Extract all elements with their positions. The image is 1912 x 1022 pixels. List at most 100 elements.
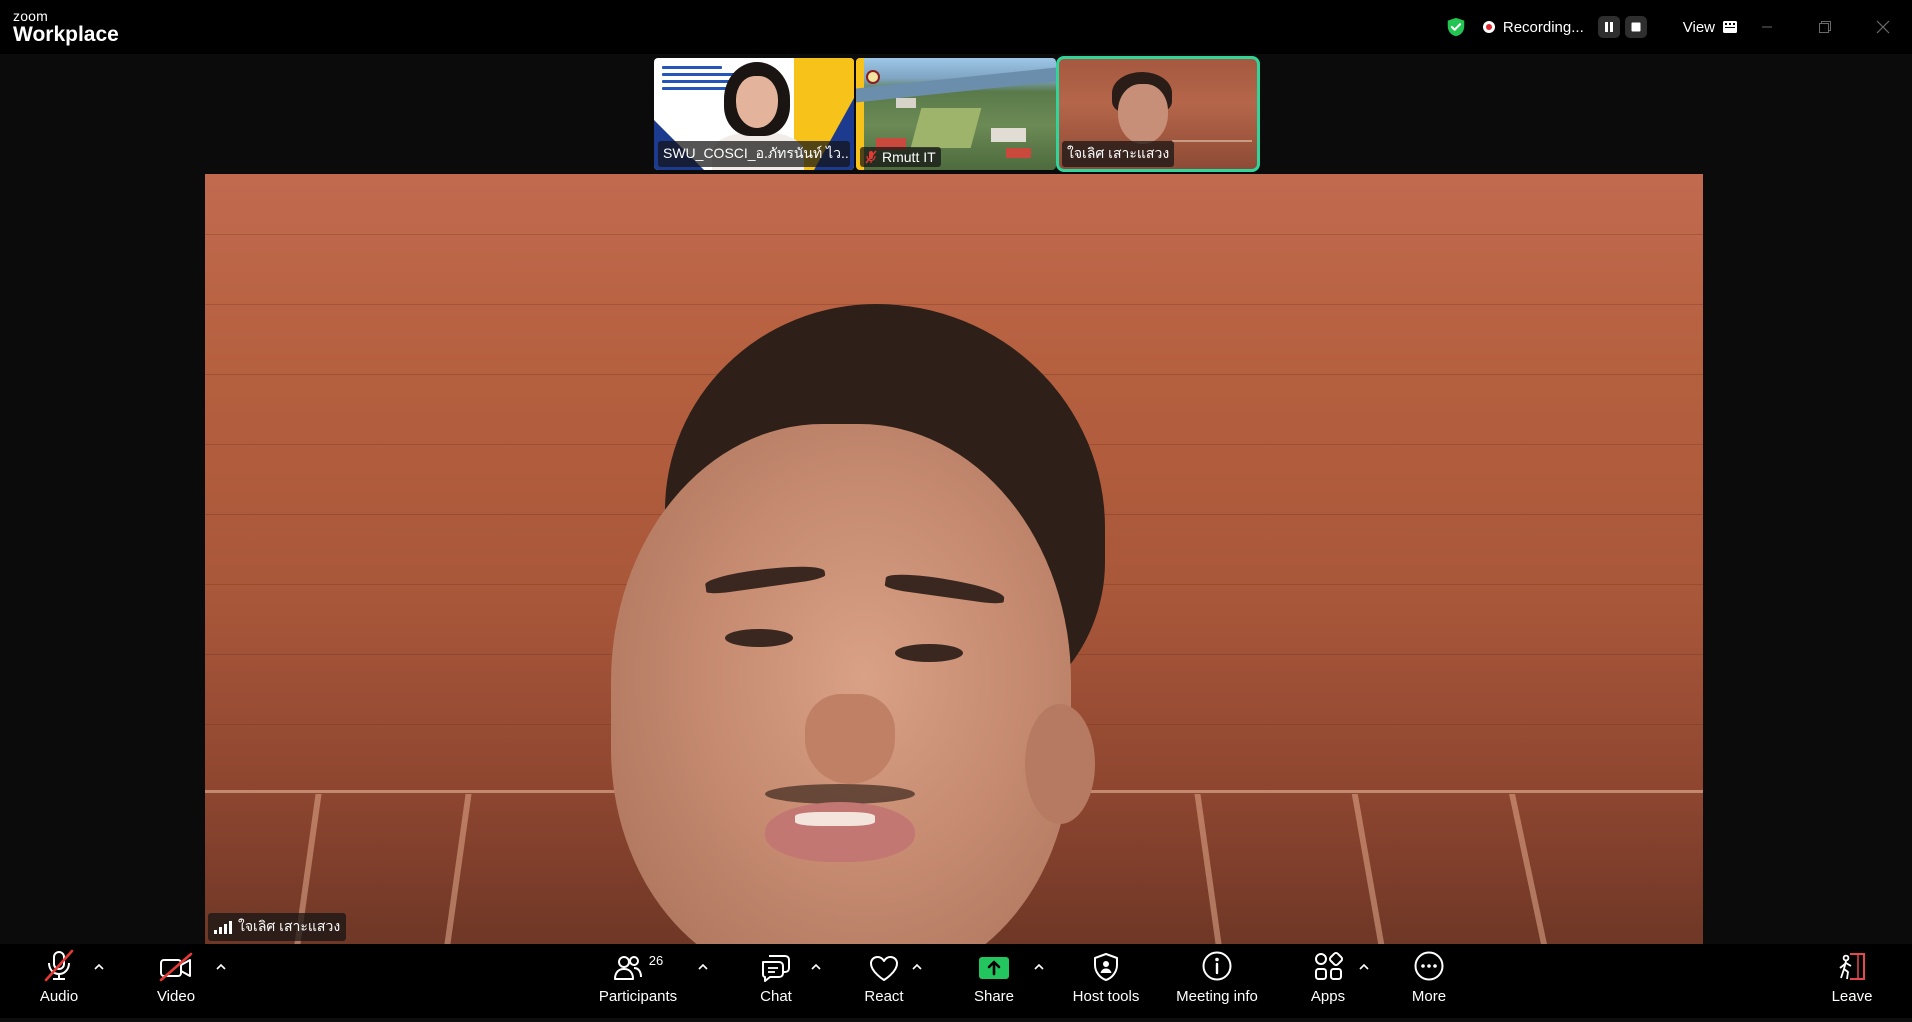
more-options-icon (1414, 951, 1444, 981)
audio-label: Audio (39, 988, 79, 1005)
participants-options-caret[interactable] (695, 958, 711, 974)
participant-video-image (896, 98, 916, 108)
participants-label: Participants (598, 988, 678, 1005)
muted-mic-icon (865, 150, 877, 164)
chevron-up-icon (216, 963, 226, 970)
share-screen-icon (979, 957, 1009, 979)
video-options-caret[interactable] (213, 958, 229, 974)
host-tools-label: Host tools (1072, 988, 1140, 1005)
pause-recording-button[interactable] (1597, 16, 1620, 38)
chevron-up-icon (1034, 963, 1044, 970)
stop-recording-button[interactable] (1624, 16, 1647, 38)
restore-icon (1819, 21, 1831, 33)
share-label: Share (973, 988, 1015, 1005)
audio-button[interactable]: Audio (34, 944, 84, 1018)
chevron-up-icon (912, 963, 922, 970)
video-label: Video (156, 988, 196, 1005)
meeting-info-button[interactable]: Meeting info (1170, 944, 1264, 1018)
minimize-window-button[interactable] (1738, 0, 1796, 54)
recording-status: Recording... (1502, 18, 1584, 36)
heart-icon (870, 956, 898, 981)
video-button[interactable]: Video (152, 944, 200, 1018)
react-label: React (864, 988, 904, 1005)
active-speaker-video[interactable]: ใจเลิศ เสาะแสวง (205, 174, 1703, 944)
close-icon (1876, 20, 1890, 34)
pause-icon (1604, 22, 1613, 32)
participant-thumbnail[interactable]: SWU_COSCI_อ.ภัทรนันท์ ไว... (654, 58, 854, 170)
share-button[interactable]: Share (972, 944, 1016, 1018)
participant-thumbnail-strip: SWU_COSCI_อ.ภัทรนันท์ ไว... Rmutt IT ใจเ… (654, 56, 1260, 172)
participant-name: SWU_COSCI_อ.ภัทรนันท์ ไว... (663, 145, 850, 161)
react-options-caret[interactable] (909, 958, 925, 974)
participant-video-image (991, 128, 1026, 142)
chat-options-caret[interactable] (808, 958, 824, 974)
leave-door-icon (1839, 953, 1865, 980)
leave-label: Leave (1831, 988, 1873, 1005)
view-label: View (1682, 18, 1715, 36)
chevron-up-icon (1359, 963, 1369, 970)
host-tools-button[interactable]: Host tools (1070, 944, 1142, 1018)
university-logo (866, 70, 880, 84)
video-background (444, 794, 472, 944)
chat-icon (762, 955, 790, 982)
chevron-up-icon (698, 963, 708, 970)
more-label: More (1411, 988, 1447, 1005)
audio-options-caret[interactable] (91, 958, 107, 974)
info-icon (1202, 951, 1232, 981)
participant-name-label: Rmutt IT (860, 147, 941, 167)
participant-thumbnail[interactable]: Rmutt IT (856, 58, 1056, 170)
participant-name-label: SWU_COSCI_อ.ภัทรนันท์ ไว... (658, 141, 850, 167)
video-camera-off-icon (159, 952, 193, 982)
close-window-button[interactable] (1854, 0, 1912, 54)
participant-video-image (895, 644, 963, 662)
participant-video-image (765, 784, 915, 804)
participants-button[interactable]: 26 Participants (592, 944, 684, 1018)
participant-video-image (725, 629, 793, 647)
connection-signal-icon (214, 920, 232, 934)
participant-video-image (1006, 148, 1031, 158)
participant-video-image (736, 76, 778, 128)
participant-video-image (805, 694, 895, 784)
apps-icon (1315, 951, 1344, 980)
participants-icon (613, 956, 642, 980)
host-shield-icon (1094, 953, 1118, 981)
encryption-shield-icon[interactable] (1445, 16, 1467, 38)
active-speaker-name: ใจเลิศ เสาะแสวง (238, 918, 341, 934)
minimize-icon (1762, 26, 1772, 28)
meeting-info-label: Meeting info (1176, 988, 1258, 1005)
restore-window-button[interactable] (1796, 0, 1854, 54)
microphone-muted-icon (44, 949, 74, 982)
chat-label: Chat (760, 988, 792, 1005)
view-button[interactable]: View (1683, 19, 1738, 36)
zoom-workplace-logo: zoom Workplace (13, 9, 119, 45)
video-background (1194, 794, 1222, 944)
stop-icon (1631, 22, 1641, 32)
apps-button[interactable]: Apps (1308, 944, 1348, 1018)
participants-count: 26 (648, 953, 664, 968)
active-speaker-name-label: ใจเลิศ เสาะแสวง (208, 913, 347, 941)
react-button[interactable]: React (862, 944, 906, 1018)
participant-video-image (1172, 140, 1252, 164)
apps-label: Apps (1310, 988, 1346, 1005)
participant-video-image (795, 812, 875, 826)
apps-options-caret[interactable] (1356, 958, 1372, 974)
participant-name-label: ใจเลิศ เสาะแสวง (1062, 141, 1175, 167)
title-bar-controls: Recording... View (1445, 0, 1912, 54)
participant-name: Rmutt IT (882, 149, 936, 165)
grid-view-icon (1723, 21, 1737, 33)
participant-thumbnail-active-speaker[interactable]: ใจเลิศ เสาะแสวง (1056, 56, 1260, 172)
title-bar: zoom Workplace Recording... View (0, 0, 1912, 54)
more-button[interactable]: More (1409, 944, 1449, 1018)
participant-video-image (765, 802, 915, 862)
chat-button[interactable]: Chat (756, 944, 796, 1018)
participant-video-image (611, 424, 1071, 944)
participant-video-image (856, 67, 1056, 103)
chevron-up-icon (94, 963, 104, 970)
leave-button[interactable]: Leave (1830, 944, 1874, 1018)
participant-video-image (1118, 84, 1168, 144)
logo-workplace-text: Workplace (13, 23, 119, 46)
video-background (1351, 794, 1385, 944)
chevron-up-icon (811, 963, 821, 970)
recording-indicator-icon (1482, 21, 1495, 33)
share-options-caret[interactable] (1031, 958, 1047, 974)
